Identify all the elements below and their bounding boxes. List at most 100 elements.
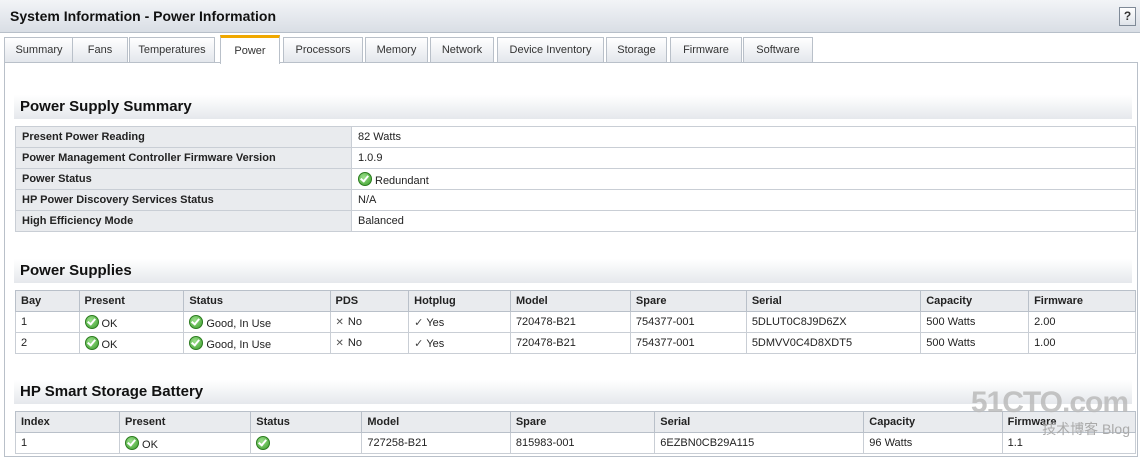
cell-text: No — [347, 316, 362, 328]
summary-value: Balanced — [358, 215, 404, 227]
cell-pds: ✕ No — [329, 311, 410, 333]
power-supplies-table: Bay Present Status PDS Hotplug Model Spare Seri… — [15, 290, 1136, 354]
summary-row: HP Power Discovery Services Status N/A — [15, 189, 1136, 211]
column-header-model[interactable]: Model — [361, 411, 511, 433]
help-button[interactable]: ? — [1119, 7, 1136, 26]
column-header-model[interactable]: Model — [509, 290, 631, 312]
header-row: Bay Present Status PDS Hotplug Model Spare Seri… — [15, 290, 1136, 312]
summary-value-cell: N/A — [351, 189, 1136, 211]
summary-row: Present Power Reading 82 Watts — [15, 126, 1136, 148]
cell-text: 5DMVV0C4D8XDT5 — [751, 337, 853, 349]
summary-row: High Efficiency Mode Balanced — [15, 210, 1136, 232]
cell-present: OK — [78, 332, 185, 354]
tab-memory[interactable]: Memory — [365, 37, 428, 62]
summary-row: Power Management Controller Firmware Ver… — [15, 147, 1136, 169]
summary-key: Power Management Controller Firmware Ver… — [15, 147, 352, 169]
column-header-index[interactable]: Index — [14, 411, 121, 433]
ok-status-icon — [84, 335, 99, 350]
cell-bay: 2 — [15, 332, 80, 354]
cell-text: OK — [101, 317, 118, 330]
cell-text: 720478-B21 — [515, 337, 576, 349]
column-header-status[interactable]: Status — [183, 290, 331, 312]
cell-model: 720478-B21 — [509, 311, 631, 333]
cell-text: No — [347, 337, 362, 349]
cell-spare: 754377-001 — [629, 311, 747, 333]
cell-text: 1.1 — [1007, 437, 1023, 449]
tab-fans[interactable]: Fans — [72, 37, 128, 62]
cell-text: 500 Watts — [926, 316, 976, 328]
tab-device-inventory[interactable]: Device Inventory — [497, 37, 604, 62]
watermark-logo: 51CTO.com — [970, 386, 1129, 419]
cell-text: 2.00 — [1034, 316, 1056, 328]
cell-spare: 754377-001 — [629, 332, 747, 354]
cell-text: 1 — [21, 316, 28, 328]
tab-summary[interactable]: Summary — [4, 37, 74, 62]
tab-bar: Summary Fans Temperatures Power Processors Me… — [0, 33, 1140, 64]
tab-firmware[interactable]: Firmware — [670, 37, 742, 62]
tab-software[interactable]: Software — [743, 37, 813, 62]
cell-serial: 5DLUT0C8J9D6ZX — [745, 311, 922, 333]
column-header-firmware[interactable]: Firmware — [1028, 290, 1136, 312]
column-header-serial[interactable]: Serial — [654, 411, 865, 433]
cell-status: Good, In Use — [183, 311, 331, 333]
column-header-bay[interactable]: Bay — [15, 290, 80, 312]
cell-bay: 1 — [15, 311, 80, 333]
cell-text: Good, In Use — [206, 317, 272, 330]
cell-hotplug: ✓ Yes — [408, 311, 511, 333]
cell-text: OK — [142, 438, 158, 451]
summary-key: High Efficiency Mode — [15, 210, 352, 232]
section-heading-power-supplies: Power Supplies — [14, 259, 1132, 283]
column-header-serial[interactable]: Serial — [745, 290, 922, 312]
table-row: 1 OK 727258-B21 815983-001 6EZBN0CB29A115 96 … — [14, 432, 1137, 454]
cell-text: 727258-B21 — [367, 437, 428, 449]
column-header-present[interactable]: Present — [119, 411, 252, 433]
section-heading-smart-storage-battery: HP Smart Storage Battery — [14, 380, 1132, 404]
tab-storage[interactable]: Storage — [606, 37, 667, 62]
tab-processors[interactable]: Processors — [283, 37, 363, 62]
column-header-present[interactable]: Present — [78, 290, 185, 312]
column-header-spare[interactable]: Spare — [629, 290, 747, 312]
column-header-capacity[interactable]: Capacity — [920, 290, 1030, 312]
cell-status — [250, 432, 363, 454]
summary-key: Present Power Reading — [15, 126, 352, 148]
cell-text: 815983-001 — [515, 437, 575, 449]
cell-pds: ✕ No — [329, 332, 410, 354]
tab-temperatures[interactable]: Temperatures — [129, 37, 215, 62]
check-icon: ✓ — [414, 316, 424, 329]
check-icon: ✓ — [414, 337, 424, 350]
summary-value: Redundant — [375, 174, 429, 187]
cell-present: OK — [119, 432, 252, 454]
summary-key: HP Power Discovery Services Status — [15, 189, 352, 211]
cell-text: Good, In Use — [206, 338, 272, 351]
cell-text: 2 — [21, 337, 28, 349]
cell-text: 720478-B21 — [515, 316, 576, 328]
table-row: 2 OK Good, In Use ✕ No ✓ Yes 720478-B21 754377-0… — [15, 332, 1136, 354]
summary-value-cell: Balanced — [351, 210, 1136, 232]
window-title: System Information - Power Information — [10, 8, 277, 24]
summary-value-cell: 1.0.9 — [351, 147, 1136, 169]
tab-power[interactable]: Power — [220, 35, 280, 64]
cell-status: Good, In Use — [183, 332, 331, 354]
tab-network[interactable]: Network — [430, 37, 494, 62]
header-row: Index Present Status Model Spare Serial Capaci… — [14, 411, 1137, 433]
summary-row: Power Status Redundant — [15, 168, 1136, 190]
watermark-subtitle: 技术博客 Blog — [1042, 421, 1130, 437]
cell-text: 500 Watts — [926, 337, 976, 349]
column-header-hotplug[interactable]: Hotplug — [408, 290, 511, 312]
cell-text: Yes — [426, 316, 445, 329]
x-icon: ✕ — [335, 317, 344, 328]
cell-text: 754377-001 — [635, 316, 695, 328]
column-header-pds[interactable]: PDS — [329, 290, 410, 312]
x-icon: ✕ — [335, 338, 344, 349]
cell-capacity: 500 Watts — [920, 332, 1030, 354]
cell-model: 720478-B21 — [509, 332, 631, 354]
cell-firmware: 2.00 — [1028, 311, 1136, 333]
table-row: 1 OK Good, In Use ✕ No ✓ Yes 720478-B21 754377-0… — [15, 311, 1136, 333]
section-heading-power-supply-summary: Power Supply Summary — [14, 95, 1132, 119]
column-header-status[interactable]: Status — [250, 411, 363, 433]
ok-status-icon — [189, 335, 204, 350]
summary-value: N/A — [358, 194, 377, 206]
column-header-spare[interactable]: Spare — [509, 411, 656, 433]
cell-hotplug: ✓ Yes — [408, 332, 511, 354]
ok-status-icon — [358, 171, 372, 186]
